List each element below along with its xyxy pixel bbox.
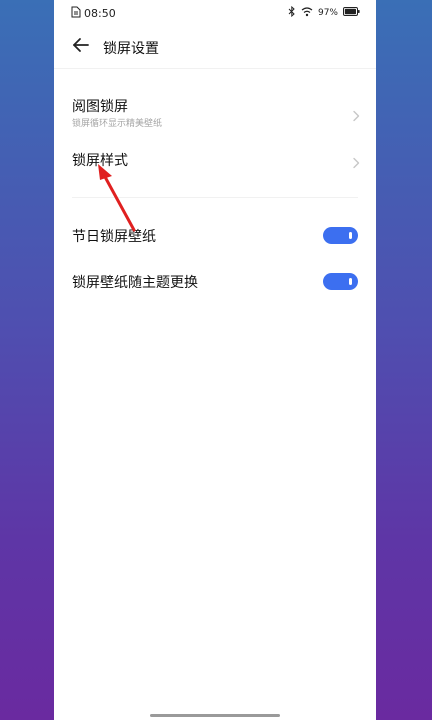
row-title-theme-wallpaper: 锁屏壁纸随主题更换 (72, 275, 198, 291)
row-holiday-wallpaper: 节日锁屏壁纸 (54, 224, 376, 248)
toggle-theme-wallpaper[interactable] (323, 273, 358, 290)
row-lockscreen-style[interactable]: 锁屏样式 (54, 148, 376, 172)
status-right: 97% (288, 5, 360, 20)
battery-icon (343, 7, 360, 19)
document-icon (71, 6, 81, 21)
section-divider (72, 197, 358, 198)
back-arrow-icon (72, 37, 90, 57)
chevron-right-icon (350, 154, 362, 169)
row-subtitle-read-lockscreen: 锁屏循环显示精美壁纸 (72, 119, 163, 129)
status-time: 08:50 (84, 7, 116, 20)
home-indicator[interactable] (150, 714, 280, 717)
bluetooth-icon (288, 5, 296, 20)
toggle-holiday-wallpaper[interactable] (323, 227, 358, 244)
row-title-holiday-wallpaper: 节日锁屏壁纸 (72, 229, 156, 245)
phone-screen: 08:50 97% 锁屏设置 阅图锁屏 锁屏循环显示精美壁纸 锁屏样式 节日锁屏… (54, 0, 376, 720)
toggle-knob (349, 232, 352, 239)
page-title: 锁屏设置 (103, 41, 159, 57)
header: 锁屏设置 (54, 30, 376, 64)
battery-text: 97% (317, 8, 338, 18)
row-theme-wallpaper: 锁屏壁纸随主题更换 (54, 270, 376, 294)
row-title-lockscreen-style: 锁屏样式 (72, 153, 128, 169)
row-title-read-lockscreen: 阅图锁屏 (72, 99, 128, 115)
toggle-knob (349, 278, 352, 285)
wifi-icon (301, 6, 313, 20)
chevron-right-icon (350, 107, 362, 122)
status-left: 08:50 (71, 6, 116, 21)
back-button[interactable] (70, 36, 92, 58)
row-read-lockscreen[interactable]: 阅图锁屏 锁屏循环显示精美壁纸 (54, 92, 376, 134)
header-divider (54, 68, 376, 69)
status-bar: 08:50 97% (54, 0, 376, 26)
